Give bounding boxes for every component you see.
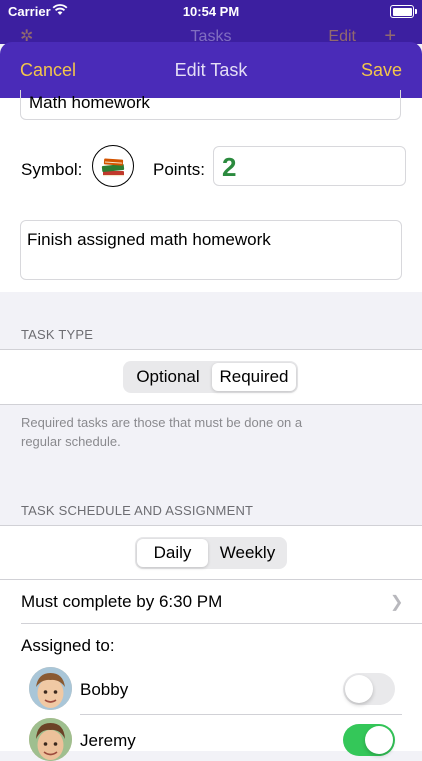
divider: [80, 714, 402, 715]
schedule-weekly-segment[interactable]: Weekly: [210, 539, 285, 567]
task-name-value: Math homework: [29, 93, 150, 112]
deadline-row[interactable]: Must complete by 6:30 PM ❯: [0, 579, 422, 623]
assigned-to-label: Assigned to:: [21, 636, 115, 655]
clock: 10:54 PM: [182, 4, 240, 19]
person-name: Bobby: [80, 680, 129, 699]
avatar-bobby: [29, 667, 72, 710]
assign-bobby-toggle[interactable]: [343, 673, 395, 705]
assign-jeremy-toggle[interactable]: [343, 724, 395, 756]
symbol-label: Symbol:: [21, 160, 83, 179]
points-input[interactable]: 2: [213, 146, 406, 186]
task-type-header: TASK TYPE: [21, 327, 94, 342]
task-description-input[interactable]: Finish assigned math homework: [20, 220, 402, 280]
symbol-picker-button[interactable]: [92, 145, 134, 187]
status-bar: Carrier 10:54 PM: [0, 0, 422, 24]
avatar-jeremy: [29, 718, 72, 761]
task-type-footnote: Required tasks are those that must be do…: [21, 415, 303, 449]
save-button[interactable]: Save: [361, 60, 402, 81]
task-type-segmented-control: Optional Required: [123, 361, 298, 393]
deadline-label: Must complete by 6:30 PM: [21, 592, 223, 611]
task-type-row: Optional Required: [0, 349, 422, 405]
cancel-button[interactable]: Cancel: [20, 60, 76, 81]
battery-icon: [390, 5, 417, 18]
schedule-header: TASK SCHEDULE AND ASSIGNMENT: [21, 503, 254, 518]
task-type-optional-segment[interactable]: Optional: [125, 363, 211, 391]
underlying-screen-bar: ✲ Tasks Edit +: [0, 24, 422, 47]
task-description-value: Finish assigned math homework: [27, 230, 271, 249]
person-name: Jeremy: [80, 731, 136, 750]
task-type-required-segment[interactable]: Required: [212, 363, 296, 391]
chevron-right-icon: ❯: [390, 594, 404, 611]
divider: [21, 623, 422, 624]
schedule-daily-segment[interactable]: Daily: [137, 539, 208, 567]
task-name-input[interactable]: Math homework: [20, 90, 401, 120]
schedule-segmented-control: Daily Weekly: [135, 537, 287, 569]
points-value: 2: [222, 152, 237, 182]
books-icon: [101, 158, 125, 177]
points-label: Points:: [153, 160, 205, 179]
